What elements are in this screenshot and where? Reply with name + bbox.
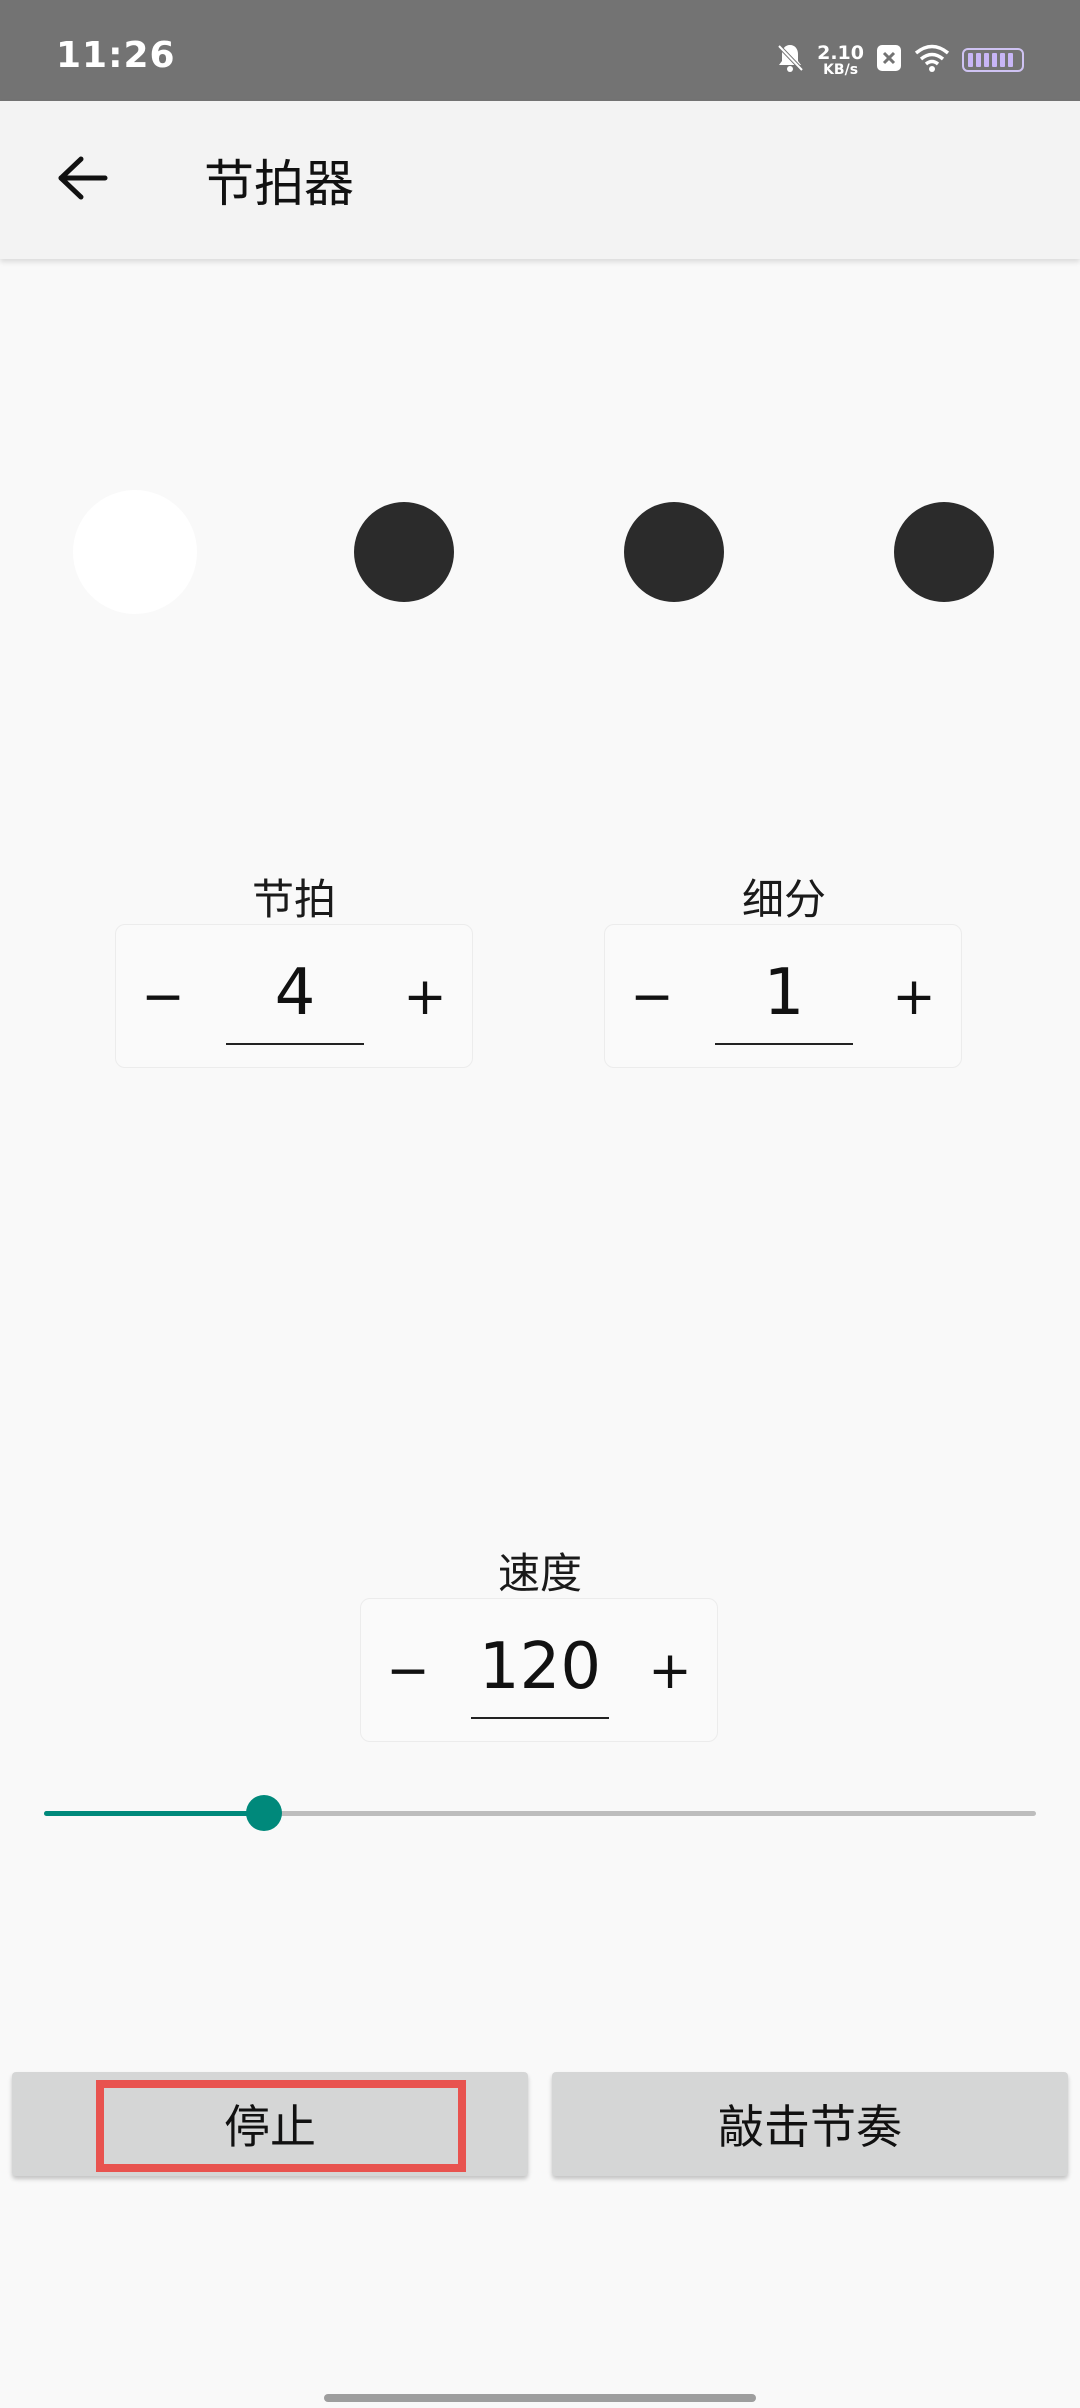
beat-increment-button[interactable]: + <box>390 947 460 1047</box>
beat-indicator-1 <box>73 490 197 614</box>
beat-indicator-2 <box>354 502 454 602</box>
subdivision-label: 细分 <box>741 875 826 924</box>
tempo-slider[interactable] <box>44 1793 1036 1833</box>
subdivision-increment-button[interactable]: + <box>879 947 949 1047</box>
beat-decrement-button[interactable]: − <box>128 947 198 1047</box>
wifi-icon <box>914 44 950 76</box>
subdivision-stepper: − 1 + <box>604 924 962 1068</box>
beat-stepper: − 4 + <box>115 924 473 1068</box>
net-speed: 2.10 KB/s <box>817 41 864 78</box>
subdivision-value-field[interactable]: 1 <box>715 943 853 1045</box>
tempo-increment-button[interactable]: + <box>635 1621 705 1721</box>
app-bar: 节拍器 <box>0 101 1080 259</box>
stop-button[interactable]: 停止 <box>12 2072 528 2176</box>
net-speed-unit: KB/s <box>823 61 859 78</box>
subdivision-decrement-button[interactable]: − <box>617 947 687 1047</box>
net-speed-value: 2.10 <box>817 41 864 64</box>
status-time: 11:26 <box>56 35 176 76</box>
status-icons: 2.10 KB/s <box>775 40 1024 80</box>
notification-box-icon <box>876 44 902 76</box>
tempo-decrement-button[interactable]: − <box>373 1621 443 1721</box>
tempo-label: 速度 <box>497 1549 582 1598</box>
metronome-screen: 11:26 2.10 KB/s 节拍器 节拍 − 4 + 细分 − 1 + 速度… <box>0 0 1080 2408</box>
status-bar: 11:26 2.10 KB/s <box>0 0 1080 101</box>
arrow-left-icon <box>57 155 109 205</box>
slider-fill <box>44 1811 265 1816</box>
beat-indicator-3 <box>624 502 724 602</box>
home-indicator[interactable] <box>324 2394 756 2402</box>
tempo-stepper: − 120 + <box>360 1598 718 1742</box>
beat-value-field[interactable]: 4 <box>226 943 364 1045</box>
beat-label: 节拍 <box>251 875 336 924</box>
bell-muted-icon <box>775 42 805 78</box>
tap-tempo-button[interactable]: 敲击节奏 <box>552 2072 1068 2176</box>
page-title: 节拍器 <box>204 155 354 213</box>
back-button[interactable] <box>40 137 126 223</box>
tempo-value-field[interactable]: 120 <box>471 1617 609 1719</box>
slider-thumb[interactable] <box>246 1795 283 1831</box>
battery-icon <box>962 48 1024 72</box>
beat-indicator-4 <box>894 502 994 602</box>
